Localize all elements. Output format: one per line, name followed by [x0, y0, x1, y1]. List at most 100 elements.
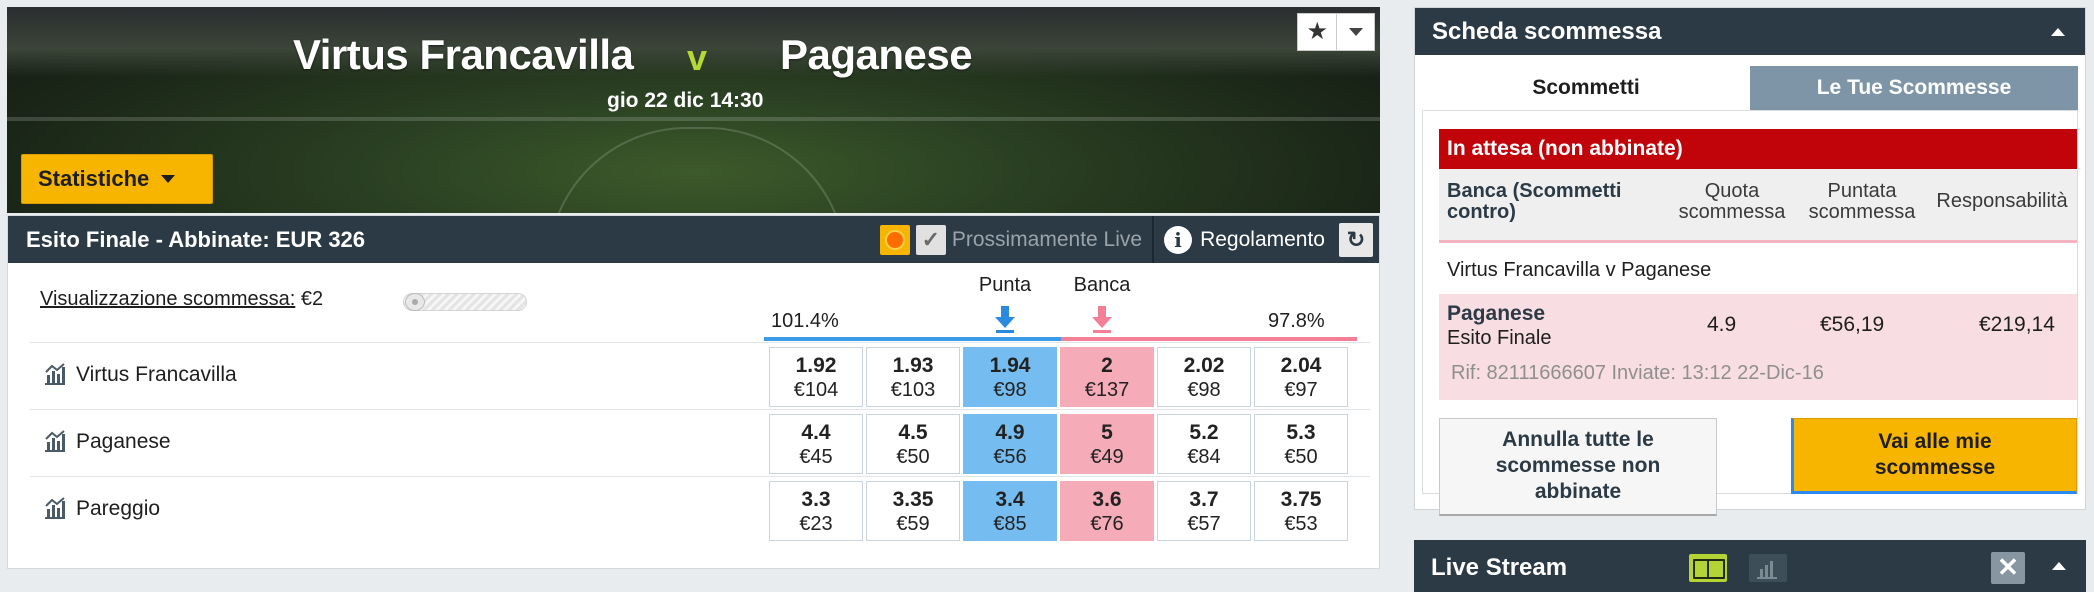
price-size: €50 — [1284, 446, 1318, 468]
pitch-icon[interactable] — [1689, 554, 1727, 582]
price-odds: 5.2 — [1189, 421, 1219, 444]
runner-chart-icon[interactable] — [42, 361, 68, 387]
lay-price-cell[interactable]: 5.3 €50 — [1254, 414, 1348, 474]
cancel-all-unmatched-button[interactable]: Annulla tutte le scommesse non abbinate — [1439, 418, 1717, 516]
price-size: €45 — [799, 446, 833, 468]
info-icon[interactable]: i — [1164, 225, 1193, 254]
home-team-name: Virtus Francavilla — [293, 31, 634, 78]
live-stream-panel: Live Stream ✕ — [1414, 540, 2086, 592]
price-odds: 4.9 — [995, 421, 1025, 444]
price-size: €53 — [1284, 513, 1318, 535]
lay-price-cell[interactable]: 2.04 €97 — [1254, 347, 1348, 407]
back-price-cell[interactable]: 1.94 €98 — [963, 347, 1057, 407]
stake-header: Puntata scommessa — [1797, 181, 1927, 223]
runner-name: Pareggio — [76, 497, 161, 520]
bet-type-header: Banca (Scommetti contro) — [1447, 181, 1667, 223]
betslip-panel: Scheda scommessa Scommetti Le Tue Scomme… — [1414, 7, 2086, 516]
back-price-cell[interactable]: 1.92 €104 — [769, 347, 863, 407]
close-icon[interactable]: ✕ — [1991, 552, 2025, 584]
cancel-button-line: Annulla tutte le — [1502, 428, 1654, 451]
price-odds: 3.75 — [1280, 488, 1322, 511]
betslip-header[interactable]: Scheda scommessa — [1415, 8, 2085, 55]
rules-link[interactable]: Regolamento — [1200, 228, 1325, 252]
runner-chart-icon[interactable] — [42, 495, 68, 521]
price-size: €23 — [799, 513, 833, 535]
back-price-cell[interactable]: 3.35 €59 — [866, 481, 960, 541]
live-stream-title: Live Stream — [1431, 554, 1568, 581]
market-header: Esito Finale - Abbinate: EUR 326 ✓ Pross… — [8, 216, 1379, 263]
market-panel: Esito Finale - Abbinate: EUR 326 ✓ Pross… — [7, 215, 1380, 569]
divider — [1152, 216, 1155, 263]
chevron-up-icon[interactable] — [2051, 28, 2065, 36]
arrow-down-lay-icon — [1092, 306, 1112, 333]
odds-header-line: Quota — [1704, 180, 1760, 202]
statistics-button[interactable]: Statistiche — [21, 154, 213, 204]
betslip-title: Scheda scommessa — [1432, 17, 1662, 45]
price-odds: 3.6 — [1092, 488, 1122, 511]
chevron-down-icon[interactable] — [1337, 28, 1374, 36]
chart-icon-glyph — [1757, 561, 1777, 579]
lay-price-cell[interactable]: 5 €49 — [1060, 414, 1154, 474]
lay-price-cell[interactable]: 3.7 €57 — [1157, 481, 1251, 541]
back-price-cell[interactable]: 4.4 €45 — [769, 414, 863, 474]
price-size: €57 — [1187, 513, 1221, 535]
price-odds: 2.02 — [1183, 354, 1225, 377]
runner-chart-icon[interactable] — [42, 428, 68, 454]
price-size: €85 — [993, 513, 1027, 535]
bet-type-header-line: contro) — [1447, 201, 1516, 223]
tab-place-bets[interactable]: Scommetti — [1422, 66, 1750, 110]
check-icon[interactable]: ✓ — [915, 224, 946, 255]
lay-price-cell[interactable]: 5.2 €84 — [1157, 414, 1251, 474]
lay-price-cell[interactable]: 3.6 €76 — [1060, 481, 1154, 541]
arrow-down-back-icon — [995, 306, 1015, 333]
chevron-up-icon[interactable] — [2052, 562, 2066, 570]
back-price-cell[interactable]: 4.9 €56 — [963, 414, 1057, 474]
star-icon[interactable]: ★ — [1298, 14, 1338, 50]
price-size: €50 — [896, 446, 930, 468]
lay-overround: 97.8% — [1268, 310, 1325, 332]
statistics-button-label: Statistiche — [38, 166, 150, 191]
exchange-page: Virtus Francavilla v Paganese gio 22 dic… — [0, 0, 2094, 592]
bet-odds: 4.9 — [1707, 313, 1737, 336]
chart-icon[interactable] — [1749, 554, 1787, 582]
runner-row: Paganese 4.4 €45 4.5 €50 4.9 €56 5 €49 5.2 €84 5.3 €… — [30, 409, 1370, 475]
back-price-cell[interactable]: 1.93 €103 — [866, 347, 960, 407]
bet-view-label[interactable]: Visualizzazione scommessa: — [40, 288, 295, 310]
tab-my-bets[interactable]: Le Tue Scommesse — [1750, 66, 2078, 110]
refresh-icon[interactable]: ↻ — [1339, 222, 1373, 257]
slider-handle[interactable] — [405, 293, 425, 311]
lay-price-cell[interactable]: 2 €137 — [1060, 347, 1154, 407]
price-size: €49 — [1090, 446, 1124, 468]
pending-bets-title: In attesa (non abbinate) — [1439, 129, 2077, 169]
bet-match-name: Virtus Francavilla v Paganese — [1447, 259, 1712, 281]
back-price-cell[interactable]: 3.3 €23 — [769, 481, 863, 541]
back-price-cell[interactable]: 4.5 €50 — [866, 414, 960, 474]
go-button-line: scommesse — [1874, 456, 1996, 479]
lay-price-cell[interactable]: 2.02 €98 — [1157, 347, 1251, 407]
in-play-icon[interactable] — [879, 224, 910, 255]
favorite-button[interactable]: ★ — [1297, 13, 1375, 51]
price-odds: 5 — [1101, 421, 1113, 444]
betslip-tabs: Scommetti Le Tue Scommesse — [1422, 66, 2078, 110]
price-size: €103 — [890, 379, 936, 401]
cancel-button-line: abbinate — [1534, 480, 1622, 503]
runner-row: Pareggio 3.3 €23 3.35 €59 3.4 €85 3.6 €76 3.7 €57 3… — [30, 476, 1370, 542]
price-odds: 1.92 — [795, 354, 837, 377]
runner-name: Paganese — [76, 430, 171, 453]
price-size: €76 — [1090, 513, 1124, 535]
back-column-header: Punta — [978, 274, 1032, 296]
price-odds: 3.7 — [1189, 488, 1219, 511]
bet-type-header-line: Banca (Scommetti — [1447, 180, 1622, 202]
price-size: €104 — [793, 379, 839, 401]
bet-view-slider[interactable] — [403, 293, 527, 311]
back-price-cell[interactable]: 3.4 €85 — [963, 481, 1057, 541]
price-size: €137 — [1084, 379, 1130, 401]
price-size: €98 — [1187, 379, 1221, 401]
stake-header-line: scommessa — [1808, 201, 1916, 223]
lay-divider — [1061, 337, 1357, 341]
bet-stake: €56,19 — [1820, 313, 1885, 336]
lay-price-cell[interactable]: 3.75 €53 — [1254, 481, 1348, 541]
go-to-my-bets-button[interactable]: Vai alle mie scommesse — [1791, 418, 2077, 494]
cancel-button-line: scommesse non — [1495, 454, 1661, 477]
bet-view-setting: Visualizzazione scommessa: €2 — [40, 288, 323, 311]
